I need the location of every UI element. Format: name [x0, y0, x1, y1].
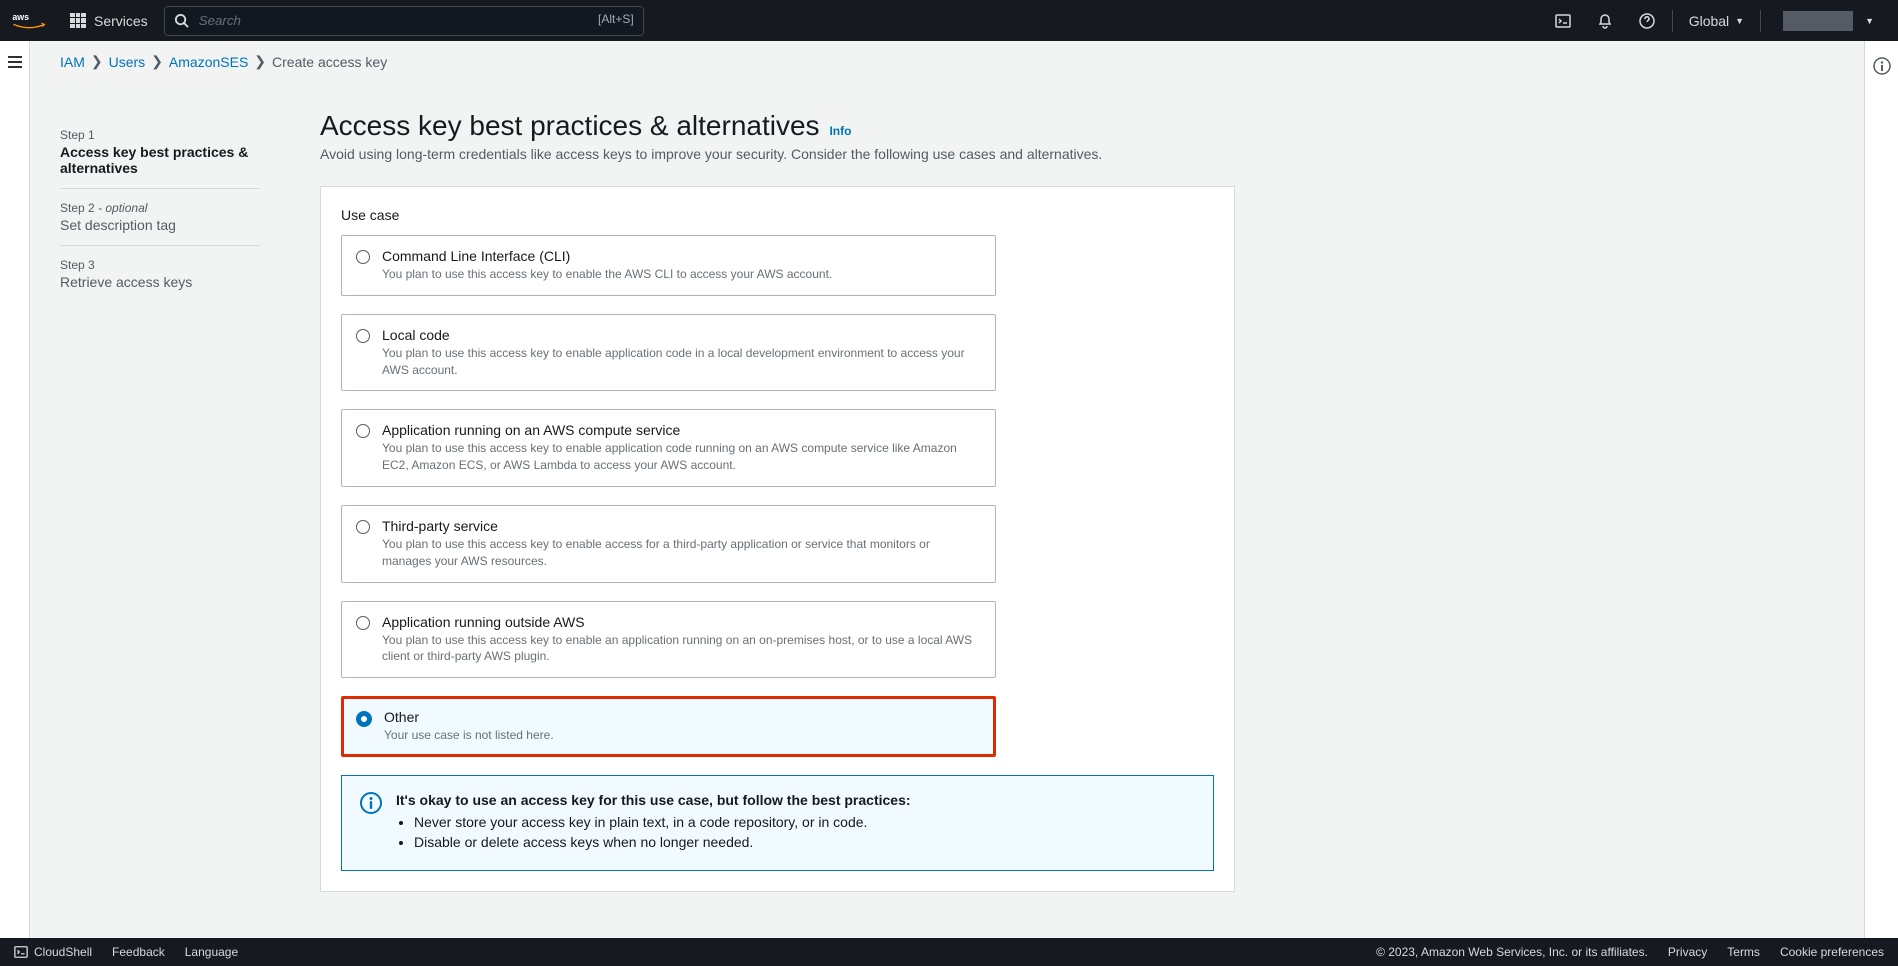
region-selector[interactable]: Global ▼ [1677, 13, 1756, 29]
radio-aws-compute[interactable]: Application running on an AWS compute se… [341, 409, 996, 487]
radio-title: Local code [382, 327, 981, 343]
right-help-panel [1864, 41, 1898, 938]
radio-title: Third-party service [382, 518, 981, 534]
chevron-right-icon: ❯ [254, 53, 266, 70]
step-number: Step 1 [60, 128, 260, 142]
info-title: It's okay to use an access key for this … [396, 792, 911, 808]
best-practices-info: It's okay to use an access key for this … [341, 775, 1214, 871]
services-button[interactable]: Services [60, 0, 158, 41]
footer: CloudShell Feedback Language © 2023, Ama… [0, 938, 1898, 966]
page-subtitle: Avoid using long-term credentials like a… [320, 146, 1240, 162]
radio-desc: You plan to use this access key to enabl… [382, 632, 981, 666]
search-shortcut: [Alt+S] [598, 12, 634, 26]
card-heading: Use case [341, 207, 1214, 223]
search-wrap: [Alt+S] [164, 6, 644, 36]
use-case-card: Use case Command Line Interface (CLI) Yo… [320, 186, 1235, 892]
radio-title: Other [384, 709, 554, 725]
content-area: IAM ❯ Users ❯ AmazonSES ❯ Create access … [30, 41, 1864, 938]
footer-copyright: © 2023, Amazon Web Services, Inc. or its… [1376, 945, 1648, 959]
radio-icon [356, 424, 370, 438]
page-title: Access key best practices & alternatives [320, 110, 820, 141]
chevron-right-icon: ❯ [91, 53, 103, 70]
account-menu[interactable]: ▼ [1765, 11, 1886, 31]
radio-other[interactable]: Other Your use case is not listed here. [341, 696, 996, 757]
sidebar-collapse [0, 41, 30, 938]
info-item: Disable or delete access keys when no lo… [414, 834, 911, 850]
services-label: Services [94, 13, 148, 29]
notifications-icon[interactable] [1584, 0, 1626, 41]
radio-title: Application running on an AWS compute se… [382, 422, 981, 438]
main-panel: Access key best practices & alternatives… [320, 110, 1240, 892]
radio-desc: You plan to use this access key to enabl… [382, 440, 981, 474]
info-icon [360, 792, 382, 814]
wizard-step-2[interactable]: Step 2 - optional Set description tag [60, 189, 260, 246]
search-icon [174, 13, 189, 28]
step-title: Retrieve access keys [60, 274, 260, 290]
radio-third-party[interactable]: Third-party service You plan to use this… [341, 505, 996, 583]
breadcrumb-iam[interactable]: IAM [60, 54, 85, 70]
breadcrumb: IAM ❯ Users ❯ AmazonSES ❯ Create access … [60, 41, 1864, 70]
wizard-nav: Step 1 Access key best practices & alter… [60, 110, 260, 892]
footer-language[interactable]: Language [185, 945, 238, 959]
search-input[interactable] [164, 6, 644, 36]
step-title: Set description tag [60, 217, 260, 233]
cloudshell-icon[interactable] [1542, 0, 1584, 41]
footer-privacy[interactable]: Privacy [1668, 945, 1707, 959]
radio-desc: You plan to use this access key to enabl… [382, 536, 981, 570]
radio-desc: You plan to use this access key to enabl… [382, 345, 981, 379]
breadcrumb-users[interactable]: Users [109, 54, 146, 70]
radio-icon [356, 329, 370, 343]
radio-icon [356, 711, 372, 727]
region-label: Global [1689, 13, 1729, 29]
step-number: Step 2 - optional [60, 201, 260, 215]
info-item: Never store your access key in plain tex… [414, 814, 911, 830]
footer-cookies[interactable]: Cookie preferences [1780, 945, 1884, 959]
radio-desc: You plan to use this access key to enabl… [382, 266, 832, 283]
footer-feedback[interactable]: Feedback [112, 945, 165, 959]
caret-down-icon: ▼ [1735, 16, 1744, 26]
chevron-right-icon: ❯ [151, 53, 163, 70]
nav-right: Global ▼ ▼ [1542, 0, 1886, 41]
step-number: Step 3 [60, 258, 260, 272]
step-title: Access key best practices & alternatives [60, 144, 260, 176]
radio-icon [356, 520, 370, 534]
radio-desc: Your use case is not listed here. [384, 727, 554, 744]
grid-icon [70, 13, 86, 29]
breadcrumb-user[interactable]: AmazonSES [169, 54, 248, 70]
wizard-step-1[interactable]: Step 1 Access key best practices & alter… [60, 116, 260, 189]
radio-icon [356, 616, 370, 630]
account-name-redacted [1783, 11, 1853, 31]
help-icon[interactable] [1626, 0, 1668, 41]
main-wrap: IAM ❯ Users ❯ AmazonSES ❯ Create access … [0, 41, 1898, 938]
footer-cloudshell-label: CloudShell [34, 945, 92, 959]
info-link[interactable]: Info [829, 124, 851, 138]
wizard-step-3[interactable]: Step 3 Retrieve access keys [60, 246, 260, 302]
caret-down-icon: ▼ [1865, 16, 1874, 26]
hamburger-icon[interactable] [7, 55, 23, 69]
footer-cloudshell[interactable]: CloudShell [14, 945, 92, 959]
radio-cli[interactable]: Command Line Interface (CLI) You plan to… [341, 235, 996, 296]
radio-title: Command Line Interface (CLI) [382, 248, 832, 264]
svg-text:aws: aws [12, 11, 29, 21]
top-nav: aws Services [Alt+S] Global ▼ ▼ [0, 0, 1898, 41]
footer-terms[interactable]: Terms [1727, 945, 1760, 959]
info-list: Never store your access key in plain tex… [414, 814, 911, 850]
radio-outside-aws[interactable]: Application running outside AWS You plan… [341, 601, 996, 679]
aws-logo[interactable]: aws [12, 11, 46, 31]
info-panel-icon[interactable] [1873, 57, 1891, 938]
radio-title: Application running outside AWS [382, 614, 981, 630]
breadcrumb-current: Create access key [272, 54, 387, 70]
radio-icon [356, 250, 370, 264]
radio-local-code[interactable]: Local code You plan to use this access k… [341, 314, 996, 392]
